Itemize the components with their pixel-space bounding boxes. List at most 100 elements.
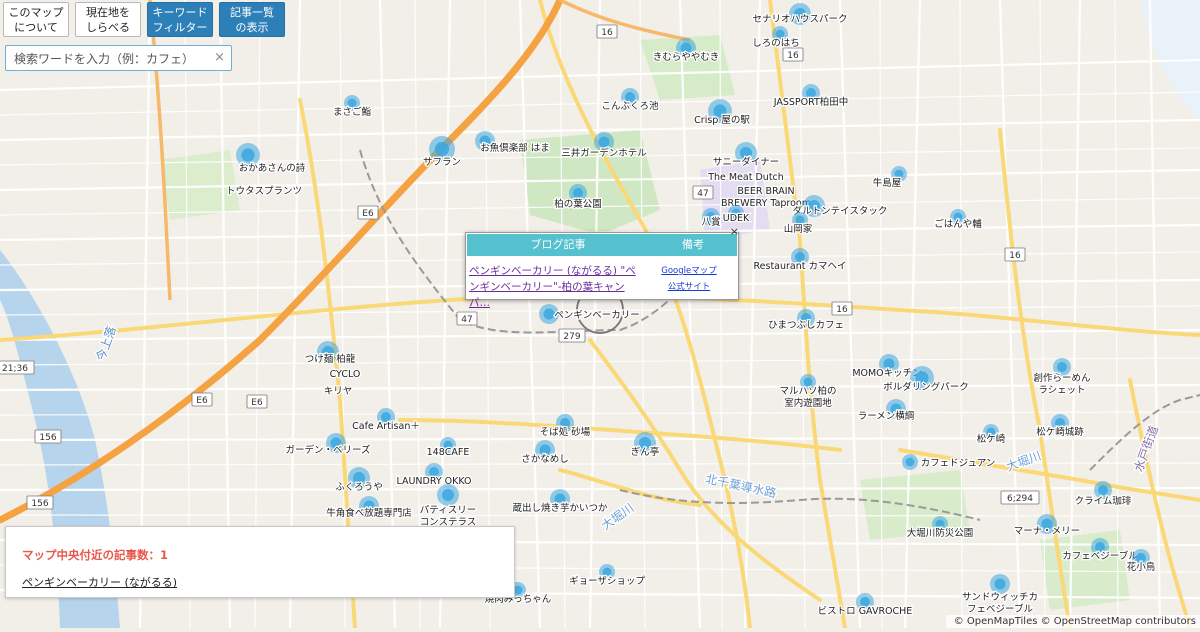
- search-input[interactable]: [12, 47, 216, 71]
- place-label: マーナ・メリー: [1014, 526, 1081, 537]
- place-label: キリヤ: [324, 386, 353, 397]
- road-shield: 156: [26, 495, 54, 510]
- place-label: さかなめし: [521, 454, 569, 465]
- place-label: 大堀川防災公園: [907, 527, 974, 539]
- about-map-button[interactable]: このマップ について: [3, 2, 69, 37]
- svg-text:6;294: 6;294: [1007, 494, 1033, 504]
- popup-col-note: 備考: [682, 238, 704, 251]
- toolbar: このマップ について 現在地を しらべる キーワード フィルター 記事一覧 の表…: [3, 2, 285, 37]
- place-label: お魚倶楽部 はま: [480, 142, 550, 154]
- road-shield: E6: [191, 392, 213, 407]
- place-label: Restaurant カマヘイ: [753, 261, 846, 272]
- svg-text:156: 156: [39, 433, 56, 443]
- popup-article-link[interactable]: ペンギンベーカリー (ながるる) "ペンギンベーカリー"-柏の葉キャンパ…: [469, 263, 640, 311]
- place-label: Cafe Artisan＋: [352, 421, 420, 432]
- place-label: ビストロ GAVROCHE: [818, 606, 913, 617]
- svg-text:E6: E6: [251, 398, 263, 408]
- place-label: 148CAFE: [427, 447, 470, 458]
- locate-me-button[interactable]: 現在地を しらべる: [75, 2, 141, 37]
- nearby-articles-panel: マップ中央付近の記事数：1 ペンギンベーカリー (ながるる): [5, 526, 515, 598]
- svg-text:21;36: 21;36: [2, 364, 28, 374]
- keyword-filter-button[interactable]: キーワード フィルター: [147, 2, 213, 37]
- place-label: クライム珈琲: [1075, 495, 1132, 507]
- road-shield: E6: [246, 394, 268, 409]
- place-label: ラシェット: [1038, 385, 1085, 396]
- place-label: そば処 砂場: [540, 426, 591, 438]
- place-label: 山岡家: [784, 223, 813, 235]
- place-label: 花小鳥: [1127, 561, 1156, 573]
- article-list-button[interactable]: 記事一覧 の表示: [219, 2, 285, 37]
- road-shield: 16: [782, 47, 804, 62]
- nearby-count: マップ中央付近の記事数：1: [22, 548, 169, 562]
- place-label: UDEK: [723, 213, 750, 224]
- place-label: 牛島屋: [873, 177, 902, 189]
- place-label: 創作らーめん: [1033, 372, 1090, 384]
- svg-text:16: 16: [1009, 251, 1021, 261]
- place-marker[interactable]: CYCLO: [328, 368, 361, 382]
- road-shield: 6;294: [1000, 490, 1040, 505]
- place-label: ふくろうや: [335, 482, 383, 493]
- place-label: パティスリー: [420, 505, 476, 516]
- place-marker[interactable]: キリヤ: [322, 385, 353, 399]
- official-site-link[interactable]: 公式サイト: [640, 279, 738, 295]
- place-label: The Meat Dutch: [707, 172, 784, 183]
- place-label: 牛角食べ放題専門店: [326, 507, 412, 519]
- place-label: こんぶくろ池: [601, 100, 659, 112]
- svg-text:16: 16: [836, 305, 848, 315]
- search-box: ×: [5, 45, 232, 71]
- road-shield: 16: [596, 24, 618, 39]
- clear-search-icon[interactable]: ×: [214, 50, 225, 65]
- road-shield: 47: [456, 311, 478, 326]
- popup-row: ペンギンベーカリー (ながるる) "ペンギンベーカリー"-柏の葉キャンパ… Go…: [466, 257, 738, 311]
- place-label: しろのはち: [752, 38, 800, 49]
- place-label: 松ケ崎: [977, 433, 1006, 445]
- place-label: マルハソ柏の: [779, 385, 836, 397]
- place-label: まさご鮨: [333, 106, 372, 118]
- place-label: おかあさんの詩: [239, 162, 306, 174]
- place-label: フェベジーブル: [967, 603, 1033, 615]
- road-shield: E6: [357, 205, 379, 220]
- place-label: 松ケ崎城跡: [1036, 426, 1084, 438]
- svg-text:47: 47: [461, 315, 472, 325]
- popup-header: ブログ記事 備考: [467, 234, 737, 256]
- place-label: カフェベジーブル: [1062, 550, 1138, 562]
- road-shield: 21;36: [0, 360, 35, 375]
- popup-links: Googleマップ 公式サイト: [640, 263, 738, 311]
- svg-text:156: 156: [31, 499, 48, 509]
- svg-text:E6: E6: [362, 209, 374, 219]
- svg-text:16: 16: [601, 28, 613, 38]
- place-marker[interactable]: トウタスプランツ: [225, 185, 304, 199]
- place-marker[interactable]: 八賞: [700, 208, 722, 229]
- place-label: ぎん亭: [631, 446, 660, 458]
- nearby-article-link[interactable]: ペンギンベーカリー (ながるる): [22, 574, 177, 590]
- place-label: ひまつぶしカフェ: [768, 320, 844, 331]
- place-label: 八賞: [701, 216, 720, 228]
- place-label: BEER BRAIN: [737, 186, 794, 197]
- road-shield: 279: [558, 328, 586, 343]
- place-label: サンドウィッチカ: [962, 592, 1038, 603]
- svg-text:47: 47: [697, 189, 708, 199]
- place-label: ラーメン横綱: [858, 410, 915, 422]
- svg-text:E6: E6: [196, 396, 208, 406]
- place-label: LAUNDRY OKKO: [396, 476, 471, 487]
- place-label: JASSPORT柏田中: [773, 96, 849, 108]
- svg-text:16: 16: [787, 51, 799, 61]
- road-shield: 156: [34, 429, 62, 444]
- place-label: 室内遊園地: [784, 397, 832, 409]
- popup-close-icon[interactable]: ×: [730, 225, 739, 238]
- road-shield: 16: [831, 301, 853, 316]
- place-label: ギョーザショップ: [569, 576, 645, 587]
- google-map-link[interactable]: Googleマップ: [640, 263, 738, 279]
- road-shield: 16: [1004, 247, 1026, 262]
- place-label: サフラン: [423, 157, 461, 168]
- article-popup: × ブログ記事 備考 ペンギンベーカリー (ながるる) "ペンギンベーカリー"-…: [465, 225, 739, 309]
- place-label: トウタスプランツ: [226, 186, 302, 197]
- place-label: ごはんや輔: [934, 218, 982, 230]
- place-label: きむらややむき: [653, 52, 720, 63]
- road-shield: 47: [692, 185, 714, 200]
- place-label: 柏の葉公園: [554, 198, 602, 210]
- place-label: 蔵出し焼き芋かいつか: [512, 502, 608, 514]
- place-label: CYCLO: [330, 369, 361, 380]
- place-marker[interactable]: The Meat Dutch: [706, 171, 785, 185]
- place-label: Crisp 屋の駅: [694, 115, 750, 126]
